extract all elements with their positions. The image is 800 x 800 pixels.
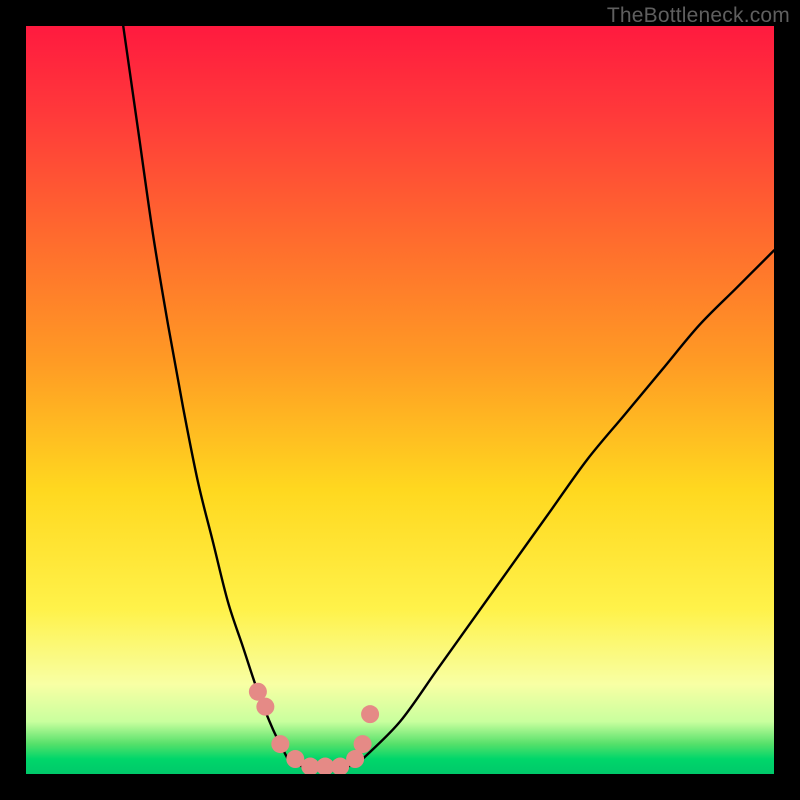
valley-marker — [271, 735, 289, 753]
watermark-text: TheBottleneck.com — [607, 4, 790, 28]
chart-stage: TheBottleneck.com — [0, 0, 800, 800]
chart-plot-area — [26, 26, 774, 774]
valley-markers — [249, 683, 379, 774]
valley-marker — [354, 735, 372, 753]
curve-layer — [26, 26, 774, 774]
valley-marker — [256, 698, 274, 716]
curve-left — [123, 26, 288, 759]
valley-marker — [361, 705, 379, 723]
curve-right — [363, 250, 774, 759]
